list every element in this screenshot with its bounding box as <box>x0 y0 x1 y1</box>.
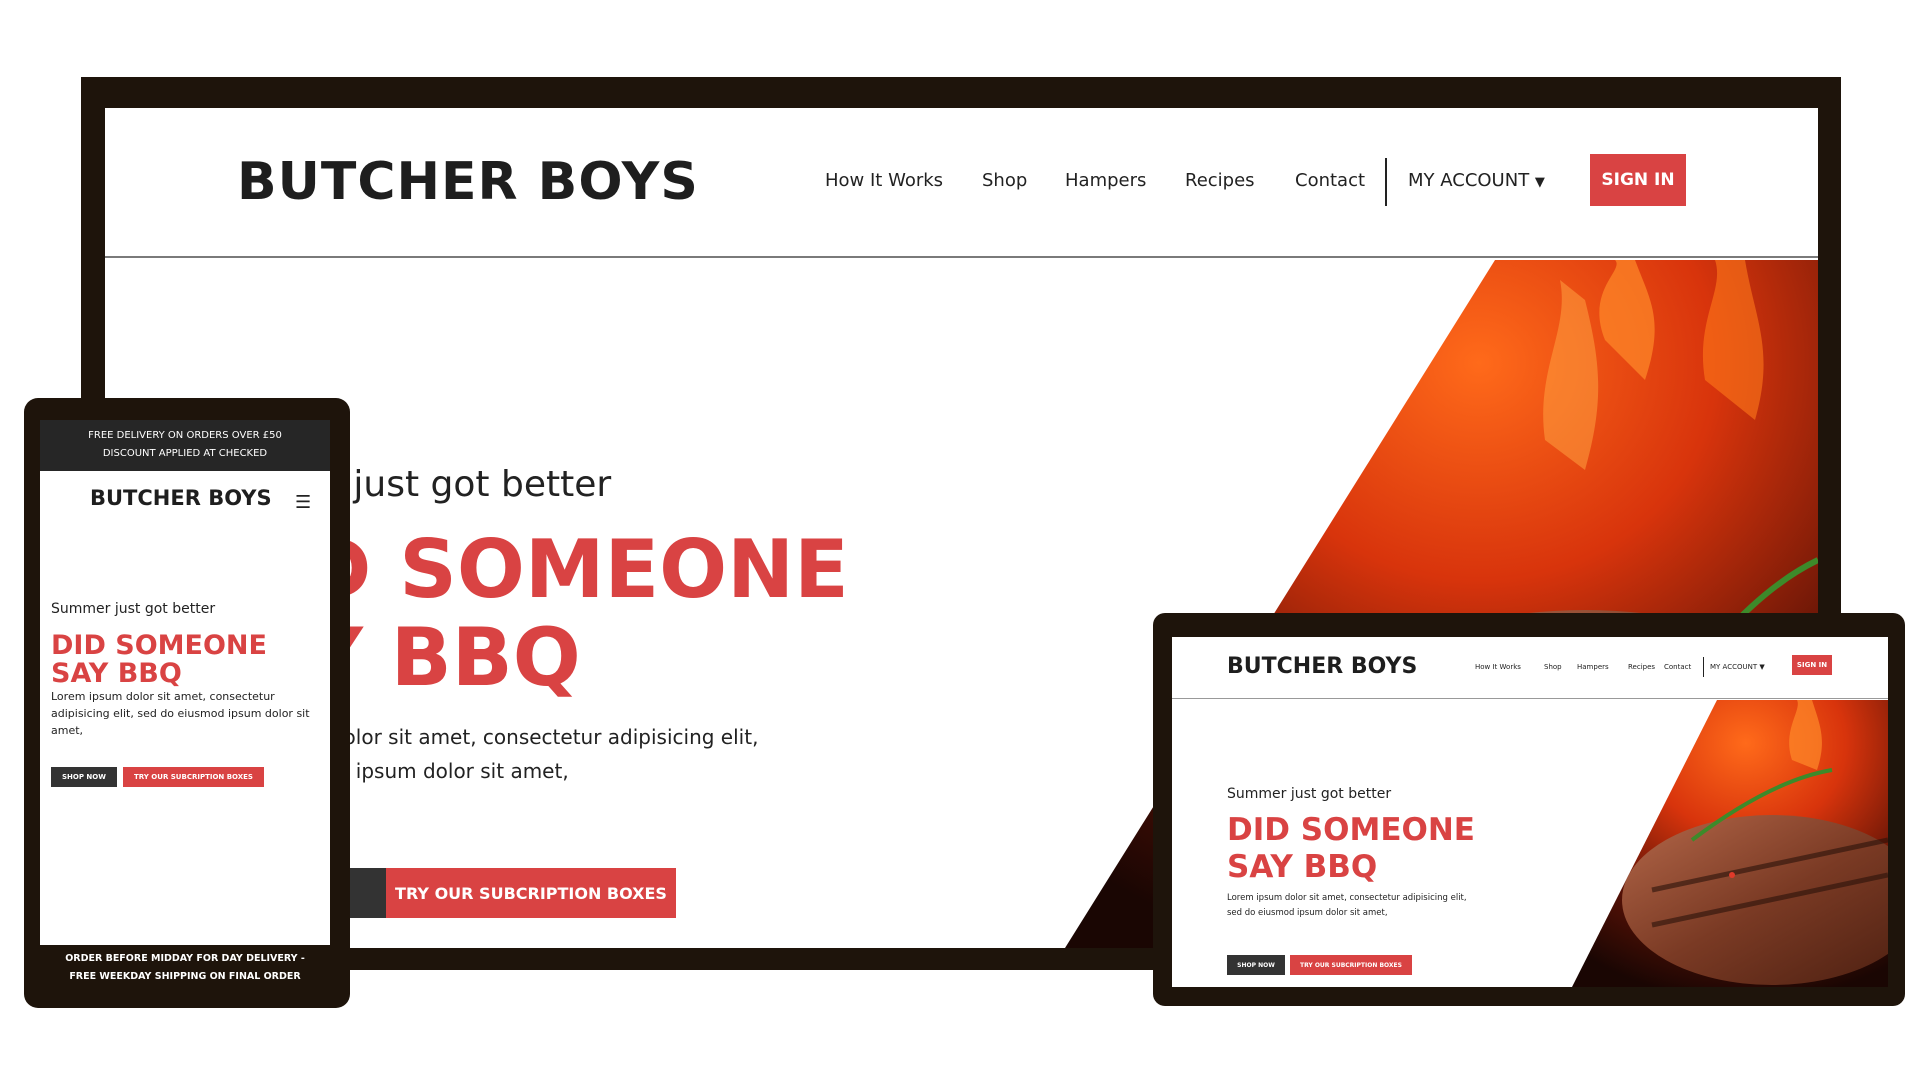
sign-in-button[interactable]: SIGN IN <box>1792 655 1832 675</box>
hero-headline: DID SOMEONE SAY BBQ <box>51 632 267 688</box>
shop-now-button[interactable]: SHOP NOW <box>51 767 117 787</box>
nav-how-it-works[interactable]: How It Works <box>1475 663 1521 671</box>
promo-line-1: FREE DELIVERY ON ORDERS OVER £50 <box>88 430 282 441</box>
nav-recipes[interactable]: Recipes <box>1628 663 1655 671</box>
nav-hampers[interactable]: Hampers <box>1577 663 1609 671</box>
hero-subtitle: Summer just got better <box>1227 786 1392 802</box>
brand-logo[interactable]: BUTCHER BOYS <box>237 152 699 212</box>
hero-body: Lorem ipsum dolor sit amet, consectetur … <box>51 690 310 737</box>
my-account-label: MY ACCOUNT <box>1710 663 1758 671</box>
brand-logo[interactable]: BUTCHER BOYS <box>90 486 272 510</box>
shop-now-button[interactable]: SHOP NOW <box>1227 955 1285 975</box>
hero-headline-line-2: SAY BBQ <box>51 658 182 689</box>
promo-line-2: DISCOUNT APPLIED AT CHECKED <box>102 448 268 459</box>
hero-headline-line-1: DID SOMEONE <box>1227 812 1475 848</box>
hero-headline-line-1: DID SOMEONE <box>51 630 267 661</box>
try-subscription-button[interactable]: TRY OUR SUBCRIPTION BOXES <box>386 868 676 918</box>
hero-subtitle: Summer just got better <box>51 601 216 617</box>
try-subscription-button[interactable]: TRY OUR SUBCRIPTION BOXES <box>123 767 264 787</box>
shipping-line-1: ORDER BEFORE MIDDAY FOR DAY DELIVERY - <box>65 953 305 964</box>
hero-headline: DID SOMEONE SAY BBQ <box>1227 812 1475 886</box>
tablet-screen: BUTCHER BOYS How It Works Shop Hampers R… <box>1172 637 1888 987</box>
hero-headline-line-2: SAY BBQ <box>1227 849 1378 885</box>
nav-contact[interactable]: Contact <box>1295 170 1365 191</box>
phone-screen: FREE DELIVERY ON ORDERS OVER £50 DISCOUN… <box>40 420 330 990</box>
tablet-header: BUTCHER BOYS How It Works Shop Hampers R… <box>1172 637 1888 699</box>
shipping-line-2: FREE WEEKDAY SHIPPING ON FINAL ORDER <box>69 971 301 982</box>
hero-body-line-1: m dolor sit amet, consectetur adipisicin… <box>305 725 759 749</box>
hero-body: Lorem ipsum dolor sit amet, consectetur … <box>1227 893 1467 918</box>
desktop-header: BUTCHER BOYS How It Works Shop Hampers R… <box>105 108 1818 258</box>
hero-body: m dolor sit amet, consectetur adipisicin… <box>305 720 1025 788</box>
sign-in-button[interactable]: SIGN IN <box>1590 154 1686 206</box>
hero-headline-line-1: D SOMEONE <box>305 523 849 616</box>
hero-subtitle: er just got better <box>305 464 612 505</box>
chevron-down-icon: ▼ <box>1534 175 1545 190</box>
my-account-menu[interactable]: MY ACCOUNT ▼ <box>1408 170 1545 191</box>
nav-hampers[interactable]: Hampers <box>1065 170 1146 191</box>
chevron-down-icon: ▼ <box>1759 663 1765 671</box>
brand-logo[interactable]: BUTCHER BOYS <box>1227 654 1417 679</box>
hero-headline-line-2: Y BBQ <box>305 611 581 704</box>
nav-shop[interactable]: Shop <box>1544 663 1562 671</box>
nav-contact[interactable]: Contact <box>1664 663 1691 671</box>
nav-divider <box>1703 657 1704 677</box>
my-account-menu[interactable]: MY ACCOUNT ▼ <box>1710 663 1765 671</box>
my-account-label: MY ACCOUNT <box>1408 170 1530 191</box>
hero-body-line-2: mod ipsum dolor sit amet, <box>305 759 569 783</box>
shipping-banner: ORDER BEFORE MIDDAY FOR DAY DELIVERY - F… <box>40 945 330 990</box>
nav-shop[interactable]: Shop <box>982 170 1027 191</box>
try-subscription-button[interactable]: TRY OUR SUBCRIPTION BOXES <box>1290 955 1412 975</box>
hamburger-icon[interactable]: ☰ <box>295 492 311 513</box>
promo-banner: FREE DELIVERY ON ORDERS OVER £50 DISCOUN… <box>40 420 330 471</box>
nav-recipes[interactable]: Recipes <box>1185 170 1255 191</box>
nav-divider <box>1385 158 1387 206</box>
nav-how-it-works[interactable]: How It Works <box>825 170 943 191</box>
hero-headline: D SOMEONE Y BBQ <box>305 526 849 702</box>
